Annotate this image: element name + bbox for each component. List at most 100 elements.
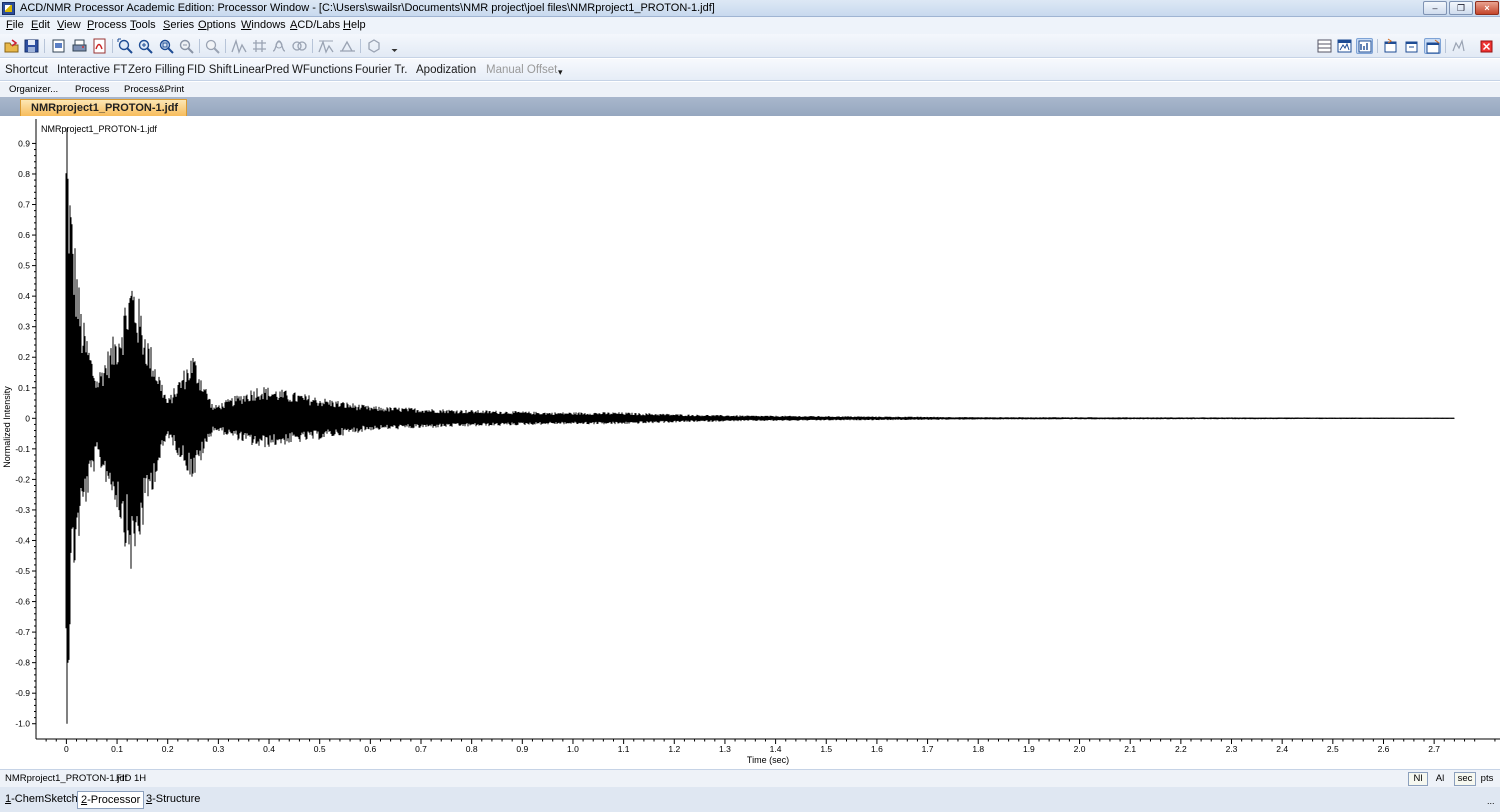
y-tick-label: 0.9: [18, 138, 30, 148]
zoom-region-icon[interactable]: [158, 38, 175, 54]
y-tick-label: 0.5: [18, 261, 30, 271]
window-title: ACD/NMR Processor Academic Edition: Proc…: [20, 2, 715, 14]
x-tick-label: 0.6: [364, 744, 376, 754]
open-icon[interactable]: [3, 38, 20, 54]
x-tick-label: 1.2: [668, 744, 680, 754]
window-view-icon[interactable]: [1336, 38, 1353, 54]
y-tick-label: -0.6: [15, 597, 30, 607]
pdf-icon[interactable]: [91, 38, 108, 54]
zero-filling-button[interactable]: Zero Filling: [128, 63, 185, 77]
multiplet-icon[interactable]: [291, 38, 308, 54]
document-tab-strip: NMRproject1_PROTON-1.jdf: [0, 97, 1500, 116]
linear-pred-button[interactable]: LinearPred: [233, 63, 289, 77]
tab-chemsketch[interactable]: 1-ChemSketch: [2, 791, 81, 809]
status-file-name: NMRproject1_PROTON-1.jdf: [5, 773, 128, 784]
y-tick-label: 0.6: [18, 230, 30, 240]
save-icon[interactable]: [23, 38, 40, 54]
x-tick-label: 1.8: [972, 744, 984, 754]
x-tick-label: 0.5: [314, 744, 326, 754]
manual-offset-button[interactable]: Manual Offset: [486, 63, 557, 77]
table-view-icon[interactable]: [1316, 38, 1333, 54]
sec-units-toggle[interactable]: sec: [1454, 772, 1476, 786]
tab-structure[interactable]: 3-Structure: [143, 791, 203, 809]
close-doc-icon[interactable]: [1478, 38, 1495, 54]
menu-tools[interactable]: Tools: [130, 18, 156, 33]
x-tick-label: 2.1: [1124, 744, 1136, 754]
x-tick-label: 2.2: [1175, 744, 1187, 754]
y-tick-label: -0.7: [15, 627, 30, 637]
structure-icon[interactable]: [366, 38, 383, 54]
y-tick-label: 0.1: [18, 383, 30, 393]
nl-toggle[interactable]: Nl: [1408, 772, 1428, 786]
menu-acdlabs[interactable]: ACD/Labs: [290, 18, 340, 33]
x-tick-label: 1.4: [770, 744, 782, 754]
y-tick-label: 0.3: [18, 322, 30, 332]
zoom-fit-icon[interactable]: [117, 38, 134, 54]
menu-file[interactable]: File: [6, 18, 24, 33]
layout-1-icon[interactable]: [1382, 38, 1399, 54]
menu-process[interactable]: Process: [87, 18, 127, 33]
print-icon[interactable]: [71, 38, 88, 54]
tab-organizer[interactable]: Organizer...: [9, 83, 58, 96]
menu-options[interactable]: Options: [198, 18, 236, 33]
y-tick-label: -0.8: [15, 658, 30, 668]
menu-bar: File Edit View Process Tools Series Opti…: [0, 17, 1500, 34]
x-tick-label: 2.3: [1226, 744, 1238, 754]
y-tick-label: -0.4: [15, 535, 30, 545]
apodization-button[interactable]: Apodization: [416, 63, 476, 77]
x-tick-label: 0.7: [415, 744, 427, 754]
close-button[interactable]: ×: [1475, 1, 1499, 15]
settings-icon[interactable]: [1450, 38, 1467, 54]
document-tab[interactable]: NMRproject1_PROTON-1.jdf: [20, 99, 187, 116]
x-tick-label: 2.4: [1276, 744, 1288, 754]
more-indicator: ...: [1487, 796, 1495, 806]
y-tick-label: -0.5: [15, 566, 30, 576]
restore-button[interactable]: ❐: [1449, 1, 1473, 15]
zoom-icon[interactable]: [204, 38, 221, 54]
menu-windows[interactable]: Windows: [241, 18, 286, 33]
baseline-icon[interactable]: [339, 38, 356, 54]
overflow-chevron-icon[interactable]: ▾: [558, 65, 563, 79]
y-tick-label: -0.9: [15, 688, 30, 698]
x-tick-label: 1.9: [1023, 744, 1035, 754]
layout-3-icon[interactable]: [1424, 38, 1441, 54]
wfunctions-button[interactable]: WFunctions: [292, 63, 353, 77]
x-tick-label: 2.6: [1378, 744, 1390, 754]
x-tick-label: 1.3: [719, 744, 731, 754]
al-toggle[interactable]: Al: [1430, 772, 1450, 786]
fourier-transform-button[interactable]: Fourier Tr.: [355, 63, 407, 77]
fid-chart[interactable]: 0.9 0.8 0.7 0.6 0.5 0.4 0.3 0.2 0.1 0 -0.1 -0.2 -0.3…: [0, 116, 1500, 768]
menu-help[interactable]: Help: [343, 18, 366, 33]
fid-trace: [65, 128, 1455, 724]
phase-icon[interactable]: [318, 38, 335, 54]
more-icon[interactable]: [386, 38, 398, 54]
x-tick-label: 2.5: [1327, 744, 1339, 754]
integrate-icon[interactable]: [271, 38, 288, 54]
menu-view[interactable]: View: [57, 18, 81, 33]
y-tick-label: 0.2: [18, 352, 30, 362]
layout-2-icon[interactable]: [1403, 38, 1420, 54]
zoom-out-icon[interactable]: [178, 38, 195, 54]
tab-process[interactable]: Process: [75, 83, 109, 96]
main-toolbar: [0, 34, 1500, 58]
spectrum-view-icon[interactable]: [1356, 38, 1373, 54]
x-tick-label: 2.0: [1074, 744, 1086, 754]
tab-processor[interactable]: 2-Processor: [77, 791, 145, 809]
spectrum-plot-area[interactable]: 0.9 0.8 0.7 0.6 0.5 0.4 0.3 0.2 0.1 0 -0.1 -0.2 -0.3…: [0, 116, 1500, 768]
y-tick-label: 0: [25, 413, 30, 423]
peak-pick-icon[interactable]: [231, 38, 248, 54]
tab-process-print[interactable]: Process&Print: [124, 83, 184, 96]
zoom-in-icon[interactable]: [137, 38, 154, 54]
print-preview-icon[interactable]: [50, 38, 67, 54]
menu-series[interactable]: Series: [163, 18, 194, 33]
y-tick-label: 0.7: [18, 200, 30, 210]
interactive-ft-button[interactable]: Interactive FT: [57, 63, 127, 77]
y-tick-label: 0.8: [18, 169, 30, 179]
minimize-button[interactable]: –: [1423, 1, 1447, 15]
fid-shift-button[interactable]: FID Shift: [187, 63, 232, 77]
menu-edit[interactable]: Edit: [31, 18, 50, 33]
pts-units-toggle[interactable]: pts: [1477, 772, 1497, 786]
grid-icon[interactable]: [251, 38, 268, 54]
app-icon[interactable]: [2, 2, 15, 15]
shortcut-button[interactable]: Shortcut: [5, 63, 48, 77]
